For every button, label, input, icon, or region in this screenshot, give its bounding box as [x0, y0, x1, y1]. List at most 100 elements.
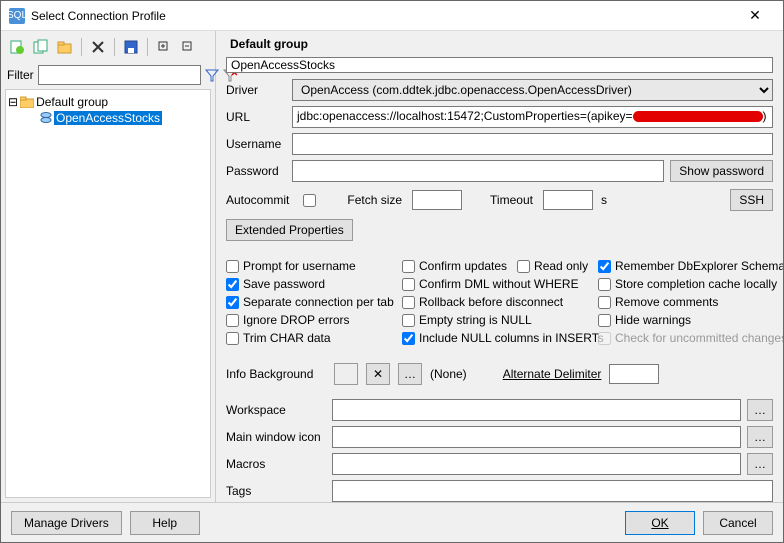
include-null-check[interactable]: Include NULL columns in INSERTs	[402, 331, 592, 345]
url-label: URL	[226, 110, 286, 124]
alt-delim-input[interactable]	[609, 364, 659, 384]
dialog-footer: Manage Drivers Help OK Cancel	[1, 502, 783, 542]
prompt-username-check[interactable]: Prompt for username	[226, 259, 396, 273]
read-only-check[interactable]: Read only	[517, 259, 588, 273]
delete-icon[interactable]	[88, 37, 108, 57]
toolbar-separator	[114, 38, 115, 56]
ssh-button[interactable]: SSH	[730, 189, 773, 211]
right-panel: Default group Driver OpenAccess (com.ddt…	[216, 31, 783, 502]
connection-options-row: Autocommit Fetch size Timeout s SSH Exte…	[226, 189, 773, 241]
show-password-button[interactable]: Show password	[670, 160, 773, 182]
extended-properties-button[interactable]: Extended Properties	[226, 219, 353, 241]
password-input[interactable]	[292, 160, 664, 182]
url-row: URL jdbc:openaccess://localhost:15472;Cu…	[226, 106, 773, 128]
username-input[interactable]	[292, 133, 773, 155]
separate-conn-check[interactable]: Separate connection per tab	[226, 295, 396, 309]
confirm-dml-check[interactable]: Confirm DML without WHERE	[402, 277, 592, 291]
store-cache-check[interactable]: Store completion cache locally	[598, 277, 783, 291]
filter-input[interactable]	[38, 65, 201, 85]
tree-root-label: Default group	[36, 95, 108, 109]
left-panel: Filter ⊟ Default group OpenAccessStocks	[1, 31, 216, 502]
url-input[interactable]: jdbc:openaccess://localhost:15472;Custom…	[292, 106, 773, 128]
workspace-input[interactable]	[332, 399, 741, 421]
profile-icon	[40, 112, 52, 124]
profile-tree[interactable]: ⊟ Default group OpenAccessStocks	[5, 89, 211, 498]
autocommit-checkbox[interactable]	[303, 194, 316, 207]
new-folder-icon[interactable]	[55, 37, 75, 57]
username-row: Username	[226, 133, 773, 155]
main-icon-label: Main window icon	[226, 430, 326, 444]
options-grid: Prompt for username Confirm updates Read…	[226, 259, 773, 345]
trim-char-check[interactable]: Trim CHAR data	[226, 331, 396, 345]
collapse-all-icon[interactable]	[178, 37, 198, 57]
password-label: Password	[226, 164, 286, 178]
tree-toggle-icon[interactable]: ⊟	[8, 95, 18, 109]
save-icon[interactable]	[121, 37, 141, 57]
ignore-drop-check[interactable]: Ignore DROP errors	[226, 313, 396, 327]
driver-select[interactable]: OpenAccess (com.ddtek.jdbc.openaccess.Op…	[292, 79, 773, 101]
tree-profile-item[interactable]: OpenAccessStocks	[40, 110, 208, 126]
alt-delim-label: Alternate Delimiter	[503, 367, 602, 381]
dialog-window: SQL Select Connection Profile ✕ Filter	[0, 0, 784, 543]
dialog-body: Filter ⊟ Default group OpenAccessStocks …	[1, 31, 783, 502]
check-uncommitted-check: Check for uncommitted changes	[598, 331, 783, 345]
username-label: Username	[226, 137, 286, 151]
help-button[interactable]: Help	[130, 511, 200, 535]
filter-label: Filter	[7, 68, 34, 82]
confirm-updates-check[interactable]: Confirm updates	[402, 259, 507, 273]
macros-browse-button[interactable]: …	[747, 453, 773, 475]
hide-warnings-check[interactable]: Hide warnings	[598, 313, 783, 327]
copy-profile-icon[interactable]	[31, 37, 51, 57]
save-password-check[interactable]: Save password	[226, 277, 396, 291]
redacted-apikey	[633, 111, 763, 122]
fetch-size-label: Fetch size	[347, 193, 402, 207]
workspace-browse-button[interactable]: …	[747, 399, 773, 421]
group-title: Default group	[230, 37, 773, 51]
tags-label: Tags	[226, 484, 326, 498]
cancel-button[interactable]: Cancel	[703, 511, 773, 535]
app-icon: SQL	[9, 8, 25, 24]
autocommit-label: Autocommit	[226, 193, 289, 207]
timeout-unit: s	[601, 193, 607, 207]
expand-all-icon[interactable]	[154, 37, 174, 57]
driver-label: Driver	[226, 83, 286, 97]
macros-row: Macros …	[226, 453, 773, 475]
clear-color-button[interactable]: ✕	[366, 363, 390, 385]
tags-input[interactable]	[332, 480, 773, 502]
profile-name-input[interactable]	[226, 57, 773, 73]
empty-null-check[interactable]: Empty string is NULL	[402, 313, 592, 327]
ok-button[interactable]: OK	[625, 511, 695, 535]
manage-drivers-button[interactable]: Manage Drivers	[11, 511, 122, 535]
workspace-label: Workspace	[226, 403, 326, 417]
profile-toolbar	[5, 35, 211, 63]
remove-comments-check[interactable]: Remove comments	[598, 295, 783, 309]
timeout-input[interactable]	[543, 190, 593, 210]
fetch-size-input[interactable]	[412, 190, 462, 210]
pick-color-button[interactable]: …	[398, 363, 422, 385]
info-background-row: Info Background ✕ … (None) Alternate Del…	[226, 363, 773, 385]
remember-dbexplorer-check[interactable]: Remember DbExplorer Schema	[598, 259, 783, 273]
close-icon[interactable]: ✕	[735, 7, 775, 24]
main-icon-input[interactable]	[332, 426, 741, 448]
new-profile-icon[interactable]	[7, 37, 27, 57]
main-icon-browse-button[interactable]: …	[747, 426, 773, 448]
workspace-row: Workspace …	[226, 399, 773, 421]
info-bg-none: (None)	[430, 367, 467, 381]
main-icon-row: Main window icon …	[226, 426, 773, 448]
filter-row: Filter	[5, 63, 211, 89]
window-title: Select Connection Profile	[31, 9, 735, 23]
timeout-label: Timeout	[490, 193, 533, 207]
macros-input[interactable]	[332, 453, 741, 475]
tree-root[interactable]: ⊟ Default group	[8, 94, 208, 110]
tags-row: Tags	[226, 480, 773, 502]
driver-row: Driver OpenAccess (com.ddtek.jdbc.openac…	[226, 79, 773, 101]
macros-label: Macros	[226, 457, 326, 471]
info-bg-label: Info Background	[226, 367, 326, 381]
tree-profile-label: OpenAccessStocks	[54, 111, 162, 125]
toolbar-separator	[147, 38, 148, 56]
titlebar: SQL Select Connection Profile ✕	[1, 1, 783, 31]
toolbar-separator	[81, 38, 82, 56]
password-row: Password Show password	[226, 160, 773, 182]
folder-icon	[20, 96, 34, 108]
rollback-disconnect-check[interactable]: Rollback before disconnect	[402, 295, 592, 309]
